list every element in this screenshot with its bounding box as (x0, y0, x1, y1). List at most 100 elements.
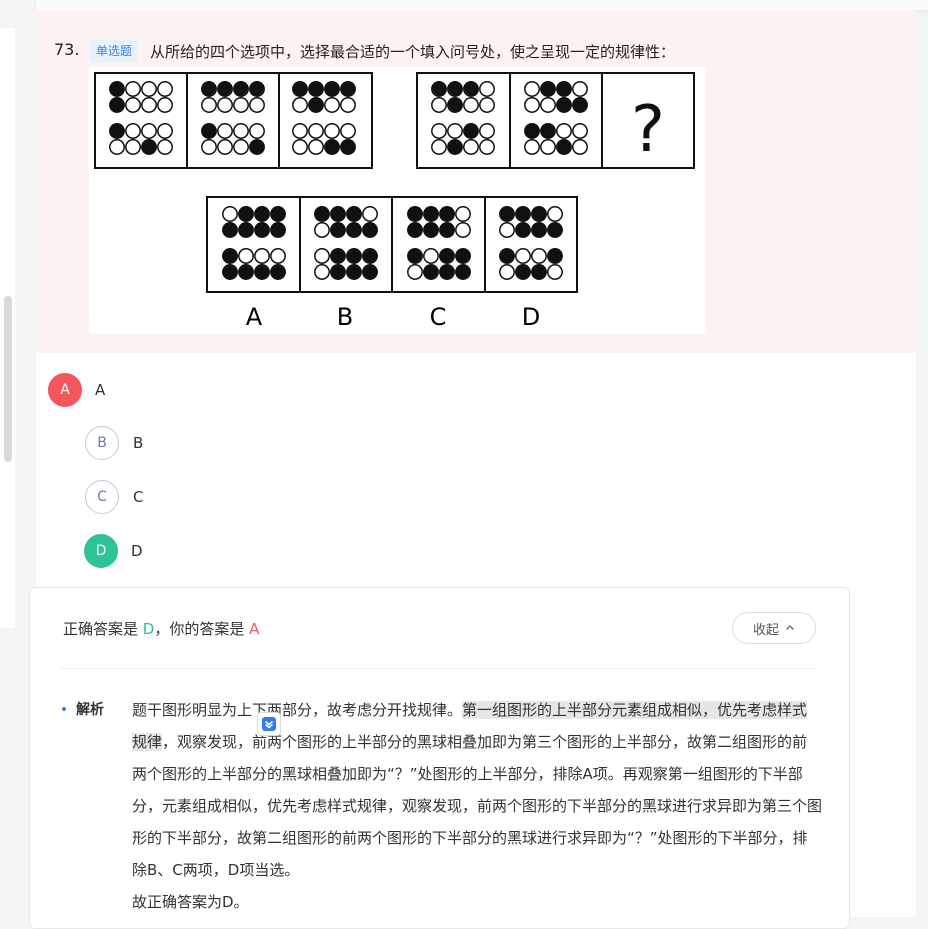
fig1-cell2-ball (201, 97, 217, 113)
fig2-cell2-ball (524, 123, 540, 139)
fig1-cell1-ball (157, 97, 173, 113)
opt-d-cell-ball (547, 264, 563, 280)
option-c[interactable]: C C (48, 480, 348, 516)
opt-c-cell-ball (423, 264, 439, 280)
opt-a-cell-ball (222, 248, 238, 264)
fig1-cell2-ball (233, 81, 249, 97)
opt-a-cell-ball (222, 206, 238, 222)
fig2-cell2-ball (524, 97, 540, 113)
fig1-cell1-ball (109, 97, 125, 113)
fig1-cell1-ball (109, 139, 125, 155)
option-a-circle[interactable]: A (48, 373, 82, 407)
fig2-cell2-ball (556, 123, 572, 139)
fig2-cell1-ball (463, 123, 479, 139)
fig2-cell2-ball (540, 81, 556, 97)
opt-c-cell-ball (423, 206, 439, 222)
opt-b-cell-ball (346, 222, 362, 238)
opt-a-cell-ball (270, 264, 286, 280)
option-c-circle[interactable]: C (85, 480, 119, 514)
option-a-label: A (95, 381, 106, 399)
fig1-cell2-ball (201, 123, 217, 139)
fig2-cell1-ball (447, 97, 463, 113)
fig1-cell2-ball (217, 123, 233, 139)
answer-prefix: 正确答案是 (63, 620, 143, 638)
fig2-cell2-ball (556, 81, 572, 97)
fig1-cell3-ball (324, 123, 340, 139)
opt-c-cell-ball (455, 264, 471, 280)
opt-d-cell-ball (515, 248, 531, 264)
fig1-cell3-ball (292, 81, 308, 97)
opt-d-cell-ball (547, 248, 563, 264)
option-d-label: D (131, 542, 143, 560)
fig1-cell3-ball (292, 97, 308, 113)
fig1-cell3-ball (308, 81, 324, 97)
opt-c-cell-ball (423, 222, 439, 238)
opt-c-cell-ball (407, 248, 423, 264)
analysis-text: 题干图形明显为上下两部分，故考虑分开找规律。第一组图形的上半部分元素组成相似，优… (132, 694, 822, 918)
fig1-cell1-ball (157, 123, 173, 139)
collapse-button[interactable]: 收起 (732, 612, 816, 644)
fig2-cell1-ball (447, 81, 463, 97)
fig2-cell2-ball (556, 97, 572, 113)
question-text: 从所给的四个选项中，选择最合适的一个填入问号处，使之呈现一定的规律性： (150, 43, 676, 61)
opt-c-cell-ball (423, 248, 439, 264)
fig1-cell1-ball (109, 81, 125, 97)
figure-option-label-a: A (246, 303, 263, 331)
option-b[interactable]: B B (48, 426, 348, 462)
fig1-cell3-ball (292, 123, 308, 139)
fig2-cell1-ball (479, 139, 495, 155)
answer-middle: ，你的答案是 (154, 620, 250, 638)
figure-option-label-c: C (430, 303, 447, 331)
fig2-cell1-ball (431, 97, 447, 113)
translate-icon (262, 717, 276, 731)
fig2-cell2-ball (572, 139, 588, 155)
fig1-cell3-ball (340, 97, 356, 113)
translate-tool-icon[interactable] (257, 712, 281, 736)
opt-b-cell-ball (314, 206, 330, 222)
option-b-circle[interactable]: B (85, 426, 119, 460)
fig2-cell2-ball (572, 97, 588, 113)
opt-d-cell-ball (515, 206, 531, 222)
fig1-cell2-ball (217, 81, 233, 97)
question-figure-svg: A B C D? (94, 72, 695, 331)
fig2-cell2-ball (524, 139, 540, 155)
question-type-tag: 单选题 (90, 40, 139, 62)
option-d[interactable]: D D (48, 534, 348, 570)
scrollbar[interactable] (4, 296, 12, 462)
fig1-cell1-ball (125, 123, 141, 139)
fig1-cell2-ball (217, 97, 233, 113)
opt-a-cell-ball (238, 222, 254, 238)
opt-c-cell-ball (439, 264, 455, 280)
chevron-up-icon (786, 625, 794, 630)
opt-a-cell-ball (254, 222, 270, 238)
fig2-cell1-ball (431, 139, 447, 155)
correct-answer: D (142, 620, 155, 638)
option-d-circle[interactable]: D (84, 534, 118, 568)
opt-d-cell-ball (515, 222, 531, 238)
opt-d-cell-ball (499, 248, 515, 264)
opt-b-cell-ball (346, 206, 362, 222)
fig1-cell2-ball (201, 81, 217, 97)
fig2-cell1-ball (447, 123, 463, 139)
opt-d-cell-ball (531, 264, 547, 280)
option-a[interactable]: A A (48, 373, 348, 409)
opt-b-cell-ball (314, 264, 330, 280)
opt-c-cell-ball (439, 206, 455, 222)
opt-c-cell-ball (439, 248, 455, 264)
fig2-cell2-ball (524, 81, 540, 97)
opt-a-cell-ball (270, 206, 286, 222)
fig2-cell2-ball (540, 139, 556, 155)
fig1-cell2-ball (217, 139, 233, 155)
fig1-cell1-ball (125, 139, 141, 155)
opt-b-cell-ball (362, 206, 378, 222)
fig2-cell2-ball (540, 123, 556, 139)
fig1-cell3-ball (308, 97, 324, 113)
fig2-cell2-ball (556, 139, 572, 155)
opt-d-cell-ball (531, 222, 547, 238)
fig1-cell3-ball (340, 81, 356, 97)
opt-c-cell-ball (407, 222, 423, 238)
analysis-bullet (62, 707, 66, 711)
opt-a-cell-ball (270, 222, 286, 238)
opt-a-cell-ball (238, 206, 254, 222)
fig1-cell3-ball (292, 139, 308, 155)
